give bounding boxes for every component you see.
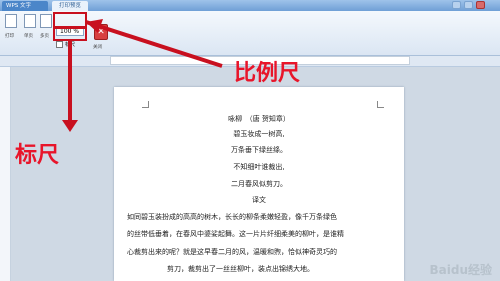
arrowhead-ruler	[62, 120, 78, 132]
arrow-to-zoom	[85, 20, 223, 68]
ruler-callout: 标尺	[15, 143, 60, 168]
ruler-highlight-box	[53, 27, 87, 41]
annotation-overlay	[53, 12, 223, 132]
ratio-ruler-callout: 比例尺	[234, 61, 301, 86]
zoom-highlight-box	[53, 12, 87, 28]
watermark: Baidu经验	[429, 263, 493, 277]
